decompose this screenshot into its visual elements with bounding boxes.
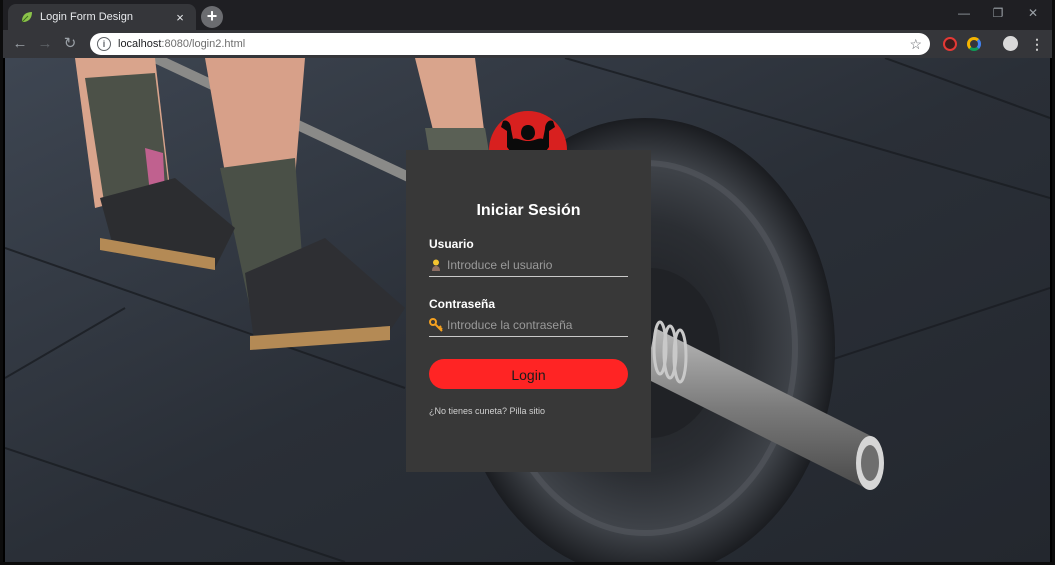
new-tab-button[interactable]: + bbox=[201, 6, 223, 28]
close-window-button[interactable]: ✕ bbox=[1020, 6, 1046, 20]
register-link[interactable]: ¿No tienes cuneta? Pilla sitio bbox=[429, 406, 545, 416]
address-bar[interactable]: i localhost:8080/login2.html ☆ bbox=[90, 33, 930, 55]
reload-button[interactable]: ↻ bbox=[61, 35, 79, 53]
leaf-favicon-icon bbox=[21, 12, 32, 23]
tab-close-button[interactable]: × bbox=[172, 9, 188, 25]
login-button[interactable]: Login bbox=[429, 359, 628, 389]
browser-tab[interactable]: Login Form Design × bbox=[8, 4, 196, 30]
back-button[interactable]: ← bbox=[11, 35, 29, 53]
forward-button[interactable]: → bbox=[36, 35, 54, 53]
password-input[interactable] bbox=[447, 318, 628, 332]
url-text[interactable]: localhost:8080/login2.html bbox=[118, 38, 909, 50]
login-title: Iniciar Sesión bbox=[476, 202, 581, 219]
extension-color-icon[interactable] bbox=[967, 37, 981, 51]
tab-title: Login Form Design bbox=[40, 11, 133, 23]
menu-icon[interactable]: ⋮ bbox=[1030, 35, 1044, 53]
password-field[interactable] bbox=[429, 314, 628, 337]
login-card: Iniciar Sesión Usuario Contraseña Login … bbox=[406, 150, 651, 472]
user-icon bbox=[432, 259, 440, 271]
star-icon[interactable]: ☆ bbox=[909, 36, 922, 53]
username-field[interactable] bbox=[429, 254, 628, 277]
browser-titlebar: Login Form Design × + — ❐ ✕ bbox=[0, 0, 1055, 30]
profile-avatar-icon[interactable] bbox=[1003, 36, 1018, 51]
browser-toolbar: ← → ↻ i localhost:8080/login2.html ☆ ⋮ bbox=[0, 30, 1055, 58]
minimize-button[interactable]: — bbox=[951, 6, 977, 20]
info-icon[interactable]: i bbox=[97, 37, 111, 51]
username-label: Usuario bbox=[429, 237, 474, 251]
key-icon bbox=[429, 318, 443, 332]
username-input[interactable] bbox=[447, 258, 628, 272]
web-page: Iniciar Sesión Usuario Contraseña Login … bbox=[5, 58, 1050, 562]
password-label: Contraseña bbox=[429, 297, 496, 311]
maximize-button[interactable]: ❐ bbox=[985, 6, 1011, 20]
extension-red-icon[interactable] bbox=[943, 37, 957, 51]
